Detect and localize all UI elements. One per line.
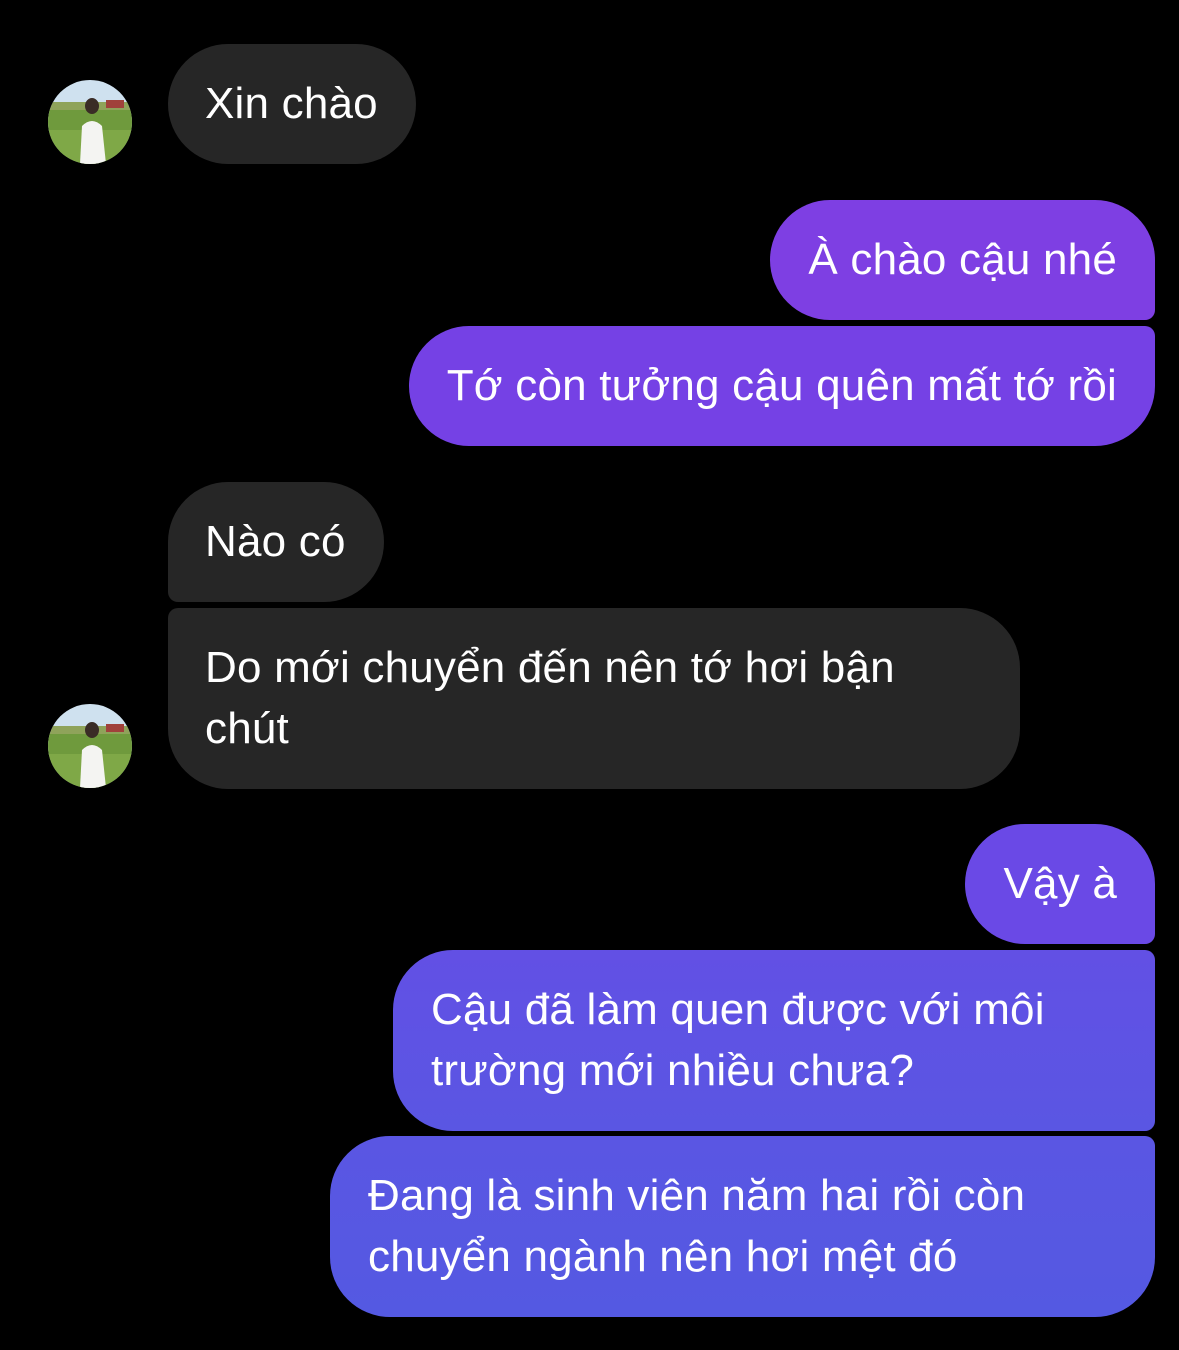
incoming-message-bubble[interactable]: Do mới chuyển đến nên tớ hơi bận chút xyxy=(168,608,1020,789)
contact-avatar-icon[interactable] xyxy=(48,704,132,788)
outgoing-message-bubble[interactable]: Đang là sinh viên năm hai rồi còn chuyển… xyxy=(330,1136,1155,1317)
contact-avatar-icon[interactable] xyxy=(48,80,132,164)
outgoing-message-bubble[interactable]: Vậy à xyxy=(965,824,1155,944)
outgoing-message-bubble[interactable]: Tớ còn tưởng cậu quên mất tớ rồi xyxy=(408,326,1155,446)
outgoing-message-bubble[interactable]: À chào cậu nhé xyxy=(770,200,1155,320)
outgoing-message-bubble[interactable]: Cậu đã làm quen được với môi trường mới … xyxy=(393,950,1155,1131)
incoming-message-bubble[interactable]: Nào có xyxy=(168,482,384,602)
incoming-message-bubble[interactable]: Xin chào xyxy=(168,44,416,164)
